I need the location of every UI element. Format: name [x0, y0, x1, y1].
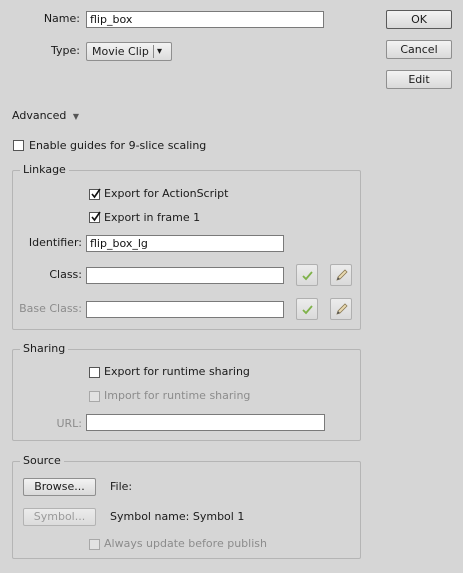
validate-base-class-button[interactable] [296, 298, 318, 320]
identifier-label: Identifier: [28, 236, 82, 249]
chevron-down-icon: ▾ [157, 46, 163, 57]
file-label: File: [110, 480, 133, 493]
type-label: Type: [51, 44, 80, 57]
symbol-button[interactable]: Symbol... [23, 508, 96, 526]
url-label: URL: [56, 417, 82, 430]
sharing-title: Sharing [20, 342, 69, 356]
import-runtime-label: Import for runtime sharing [104, 389, 251, 402]
source-title: Source [20, 454, 64, 468]
class-label: Class: [49, 268, 82, 281]
identifier-input[interactable]: flip_box_lg [86, 235, 284, 252]
checkmark-icon [302, 305, 313, 315]
name-label: Name: [43, 12, 80, 25]
class-input[interactable] [86, 267, 284, 284]
always-update-checkbox[interactable] [89, 539, 100, 550]
export-frame1-checkbox[interactable] [89, 211, 101, 223]
cancel-button[interactable]: Cancel [386, 40, 452, 59]
symbol-name-label: Symbol name: Symbol 1 [110, 510, 245, 523]
base-class-label: Base Class: [19, 302, 82, 315]
export-runtime-label: Export for runtime sharing [104, 365, 250, 378]
nine-slice-checkbox[interactable] [13, 140, 24, 151]
linkage-title: Linkage [20, 163, 69, 177]
always-update-label: Always update before publish [104, 537, 267, 550]
checkmark-icon [302, 271, 313, 281]
export-frame1-label: Export in frame 1 [104, 211, 201, 224]
nine-slice-label: Enable guides for 9-slice scaling [29, 139, 207, 152]
type-select-value: Movie Clip [92, 45, 149, 58]
ok-button[interactable]: OK [386, 10, 452, 29]
edit-button[interactable]: Edit [386, 70, 452, 89]
validate-class-button[interactable] [296, 264, 318, 286]
edit-base-class-button[interactable] [330, 298, 352, 320]
base-class-input[interactable] [86, 301, 284, 318]
pencil-icon [336, 269, 348, 281]
export-actionscript-checkbox[interactable] [89, 188, 101, 200]
advanced-toggle[interactable]: Advanced ▼ [12, 109, 79, 124]
export-runtime-checkbox[interactable] [89, 367, 100, 378]
type-select-divider [153, 45, 154, 58]
pencil-icon [336, 303, 348, 315]
export-actionscript-label: Export for ActionScript [104, 187, 229, 200]
browse-button[interactable]: Browse... [23, 478, 96, 496]
type-select[interactable]: Movie Clip ▾ [86, 42, 172, 61]
checkmark-icon [91, 188, 101, 199]
triangle-down-icon: ▼ [72, 112, 79, 121]
import-runtime-checkbox[interactable] [89, 391, 100, 402]
edit-class-button[interactable] [330, 264, 352, 286]
name-input[interactable]: flip_box [86, 11, 324, 28]
url-input[interactable] [86, 414, 325, 431]
advanced-label: Advanced [12, 109, 67, 122]
checkmark-icon [91, 211, 101, 222]
